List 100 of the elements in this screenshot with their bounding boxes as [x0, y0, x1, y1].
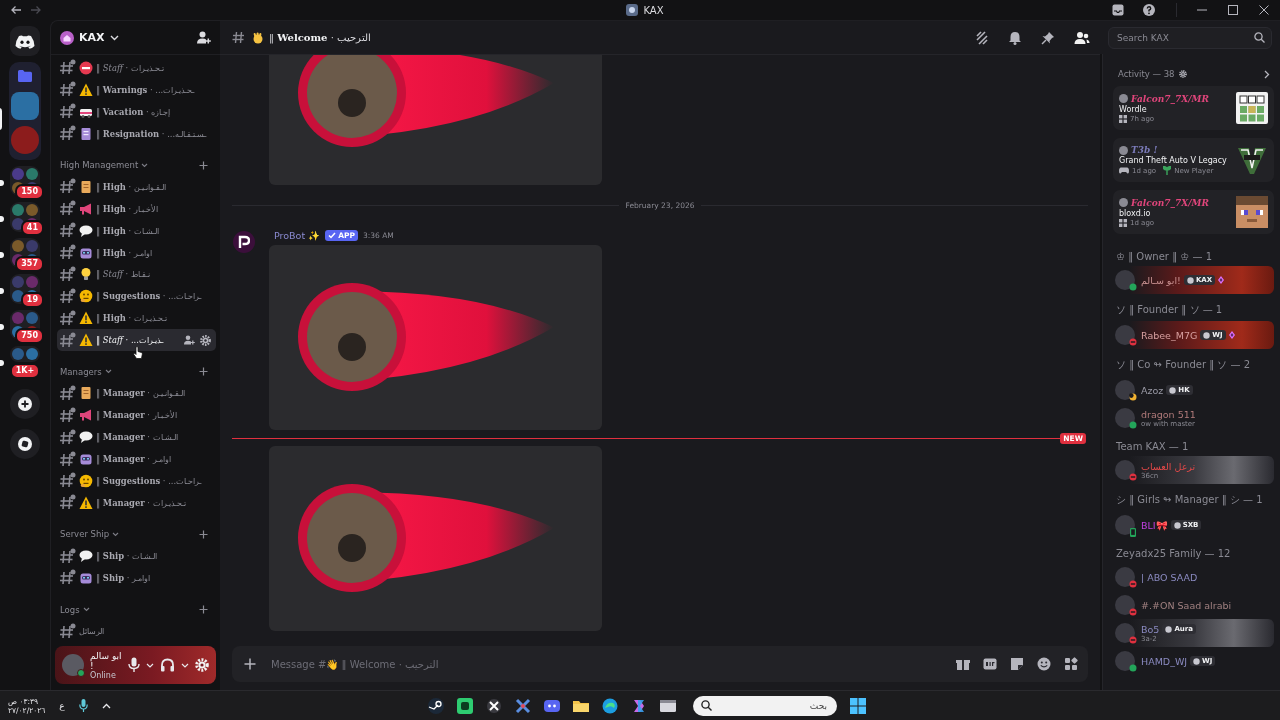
- mention-count: 357: [15, 256, 44, 272]
- hash-icon: [59, 244, 76, 262]
- username: #.#ON Saad alrabi: [1141, 599, 1232, 611]
- chevron-down-icon: [112, 531, 120, 537]
- username: Rabee_M7G: [1141, 329, 1198, 341]
- user-avatar: [1115, 651, 1135, 671]
- search-field[interactable]: Search KAX: [1108, 26, 1272, 49]
- server-header[interactable]: KAX: [51, 21, 220, 55]
- back-arrow-icon[interactable]: [10, 5, 22, 15]
- add-member-icon[interactable]: [197, 31, 211, 44]
- hash-icon: [59, 472, 76, 490]
- steam-icon[interactable]: [428, 697, 444, 714]
- settings-icon[interactable]: [1178, 70, 1187, 78]
- thinking-face-icon: [79, 473, 93, 488]
- role-group-header: Zeyadx25 Family — 12: [1115, 547, 1232, 561]
- channel-item[interactable]: الرسائل: [57, 620, 216, 642]
- gif-icon[interactable]: [983, 657, 997, 671]
- chevron-up-icon[interactable]: [101, 702, 111, 709]
- hash-icon: [59, 494, 76, 512]
- close-icon[interactable]: [1258, 4, 1270, 16]
- robot-icon: [79, 452, 93, 467]
- chevron-right-icon[interactable]: [1264, 69, 1270, 79]
- category-header[interactable]: High Management: [60, 160, 139, 171]
- search-input[interactable]: بحث: [716, 699, 829, 712]
- category-header[interactable]: Server Ship: [60, 529, 110, 540]
- maximize-icon[interactable]: [1227, 4, 1239, 16]
- member-item[interactable]: #.#ON Saad alrabi: [1113, 591, 1274, 619]
- hash-icon: [59, 200, 76, 218]
- app-logo-icon[interactable]: [15, 33, 35, 49]
- member-list-icon[interactable]: [1074, 30, 1090, 45]
- megaphone-icon: [79, 201, 93, 216]
- hash-icon: [59, 622, 76, 640]
- chevron-down-icon: [82, 607, 90, 612]
- member-item[interactable]: | ABO SAAD: [1113, 563, 1274, 591]
- username: ابو سـالم!: [1141, 274, 1181, 286]
- user-avatar: [62, 654, 84, 676]
- chevron-down-icon[interactable]: [146, 662, 154, 668]
- mention-count: 750: [15, 328, 44, 344]
- wordle-thumbnail: [1236, 92, 1268, 124]
- app-icon[interactable]: [457, 697, 473, 714]
- user-avatar: [1115, 567, 1135, 587]
- hash-icon: [59, 406, 76, 424]
- username: dragon 511: [1141, 408, 1196, 420]
- apps-icon[interactable]: [1064, 657, 1078, 671]
- emoji-icon[interactable]: [1037, 657, 1051, 671]
- inbox-icon[interactable]: [1112, 4, 1124, 16]
- search-icon: [701, 700, 712, 711]
- bell-icon[interactable]: [1008, 30, 1022, 45]
- chevron-down-icon[interactable]: [181, 662, 189, 668]
- username: ابو سالم !: [90, 650, 122, 671]
- add-member-icon[interactable]: [184, 335, 195, 346]
- message-input[interactable]: Message #👋 ‖ Welcome · الترحيب: [269, 657, 943, 671]
- warning-icon: [79, 311, 93, 326]
- tag-badge-icon: [1165, 625, 1173, 633]
- server-avatar[interactable]: [11, 92, 39, 120]
- user-avatar: [1115, 408, 1135, 428]
- category-header[interactable]: Managers: [60, 366, 102, 377]
- sticker-icon[interactable]: [1010, 657, 1024, 671]
- blocky-face-thumbnail: [1236, 196, 1268, 228]
- microphone-icon[interactable]: [128, 657, 140, 673]
- gift-icon[interactable]: [956, 657, 970, 671]
- hash-icon: [59, 103, 76, 121]
- game-title: Wordle: [1119, 104, 1148, 114]
- microphone-icon[interactable]: [78, 699, 88, 712]
- threads-icon[interactable]: [975, 30, 989, 45]
- window-icon[interactable]: [660, 697, 676, 714]
- tag-badge-icon: [1173, 521, 1181, 529]
- no-entry-icon: [79, 60, 93, 75]
- category-header[interactable]: Logs: [60, 604, 80, 615]
- windows-start-icon[interactable]: [850, 697, 866, 714]
- browser-icon[interactable]: [602, 697, 618, 714]
- server-icon: [626, 4, 639, 16]
- discover-button[interactable]: [10, 429, 40, 459]
- headphones-icon[interactable]: [160, 658, 175, 672]
- taskbar-search-field[interactable]: بحث: [693, 695, 837, 716]
- document-icon: [79, 126, 93, 141]
- input-language[interactable]: ع: [59, 700, 65, 711]
- author-name[interactable]: ProBot ✨: [274, 229, 321, 241]
- gamepad-icon: [1119, 167, 1129, 174]
- speech-bubble-icon: [79, 223, 93, 238]
- pin-icon[interactable]: [1041, 30, 1055, 45]
- app-icon[interactable]: [486, 697, 502, 714]
- chat-app-icon[interactable]: [544, 697, 560, 714]
- help-icon[interactable]: [1143, 4, 1155, 16]
- megaphone-icon: [79, 408, 93, 423]
- user-avatar: [1119, 198, 1128, 207]
- bot-avatar: [233, 231, 255, 253]
- settings-icon[interactable]: [200, 334, 211, 346]
- message-field[interactable]: Message #👋 ‖ Welcome · الترحيب: [232, 646, 1088, 682]
- tag-badge-icon: [1186, 276, 1194, 284]
- user-avatar: [1119, 145, 1128, 155]
- home-button[interactable]: [10, 26, 40, 56]
- username: BLI🎀: [1141, 519, 1168, 531]
- plus-icon[interactable]: [18, 397, 32, 411]
- plus-icon[interactable]: [244, 658, 256, 670]
- thinking-face-icon: [79, 289, 93, 304]
- tag-badge-icon: [1193, 657, 1201, 665]
- grid-icon: [1119, 114, 1127, 123]
- add-server-button[interactable]: [10, 389, 40, 419]
- username: Azoz: [1141, 384, 1164, 396]
